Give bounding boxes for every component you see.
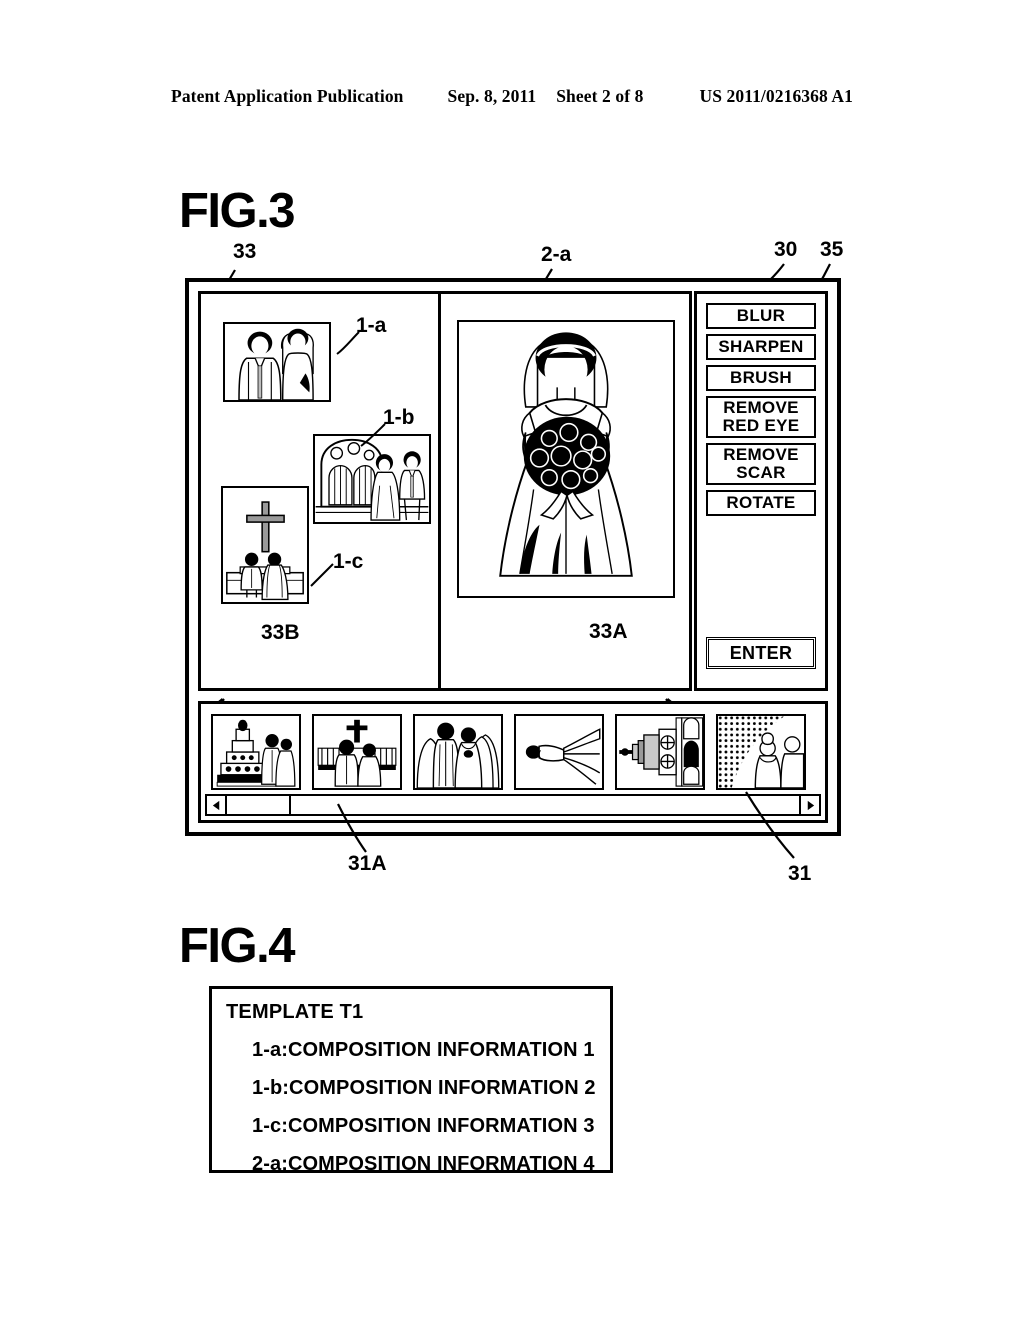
- template-title: TEMPLATE T1: [226, 1001, 364, 1023]
- scrollbar-thumb[interactable]: [227, 796, 291, 814]
- figure-3-label: FIG.3: [179, 184, 296, 238]
- template-composition-line-2: 1-b:COMPOSITION INFORMATION 2: [252, 1077, 596, 1099]
- publication-header: Patent Application Publication Sep. 8, 2…: [0, 86, 1024, 107]
- ref-numeral-1-c: 1-c: [333, 550, 364, 573]
- blur-button[interactable]: BLUR: [706, 303, 816, 329]
- wedding-cake-closeup-icon: [617, 716, 703, 788]
- sharpen-button[interactable]: SHARPEN: [706, 334, 816, 360]
- template-composition-line-4: 2-a:COMPOSITION INFORMATION 4: [252, 1153, 595, 1175]
- template-slot-1-a[interactable]: [223, 322, 331, 402]
- figure-4-label: FIG.4: [179, 919, 296, 973]
- list-item[interactable]: [413, 714, 503, 790]
- scroll-right-button[interactable]: [799, 796, 819, 814]
- wedding-cake-cutting-icon: [213, 716, 299, 788]
- list-item[interactable]: [716, 714, 806, 790]
- brush-button[interactable]: BRUSH: [706, 365, 816, 391]
- list-item[interactable]: [312, 714, 402, 790]
- photo-filmstrip: [198, 701, 828, 823]
- template-definition-box: TEMPLATE T1 1-a:COMPOSITION INFORMATION …: [209, 986, 613, 1175]
- preview-panel[interactable]: 33A: [441, 294, 689, 688]
- scrollbar-track[interactable]: [227, 796, 799, 814]
- bride-with-bouquet-icon: [459, 322, 673, 596]
- groom-and-bride-portrait-icon: [225, 324, 329, 400]
- couple-before-cross-altar-icon: [223, 488, 307, 602]
- ref-numeral-33B: 33B: [261, 621, 300, 644]
- group-with-guests-icon: [415, 716, 501, 788]
- couple-at-church-window-icon: [315, 436, 429, 522]
- ref-numeral-31: 31: [788, 862, 812, 885]
- ref-numeral-35: 35: [820, 238, 844, 261]
- bride-dress-train-icon: [516, 716, 602, 788]
- ref-numeral-1-a: 1-a: [356, 314, 387, 337]
- template-layout-panel[interactable]: 1-a 1-b 1-c 33B: [201, 294, 441, 688]
- editing-tools-toolbar: BLUR SHARPEN BRUSH REMOVE RED EYE REMOVE…: [694, 291, 828, 691]
- ref-numeral-33: 33: [233, 240, 257, 263]
- ref-numeral-2a: 2-a: [541, 243, 572, 266]
- template-composition-line-1: 1-a:COMPOSITION INFORMATION 1: [252, 1039, 595, 1061]
- triangle-right-icon: [807, 800, 814, 810]
- publication-label: Patent Application Publication: [171, 86, 404, 106]
- sheet-number: Sheet 2 of 8: [556, 86, 644, 106]
- ref-numeral-33A: 33A: [589, 620, 628, 643]
- rotate-button[interactable]: ROTATE: [706, 490, 816, 516]
- ref-numeral-1-b: 1-b: [383, 406, 415, 429]
- template-composition-line-3: 1-c:COMPOSITION INFORMATION 3: [252, 1115, 595, 1137]
- list-item[interactable]: [615, 714, 705, 790]
- list-item[interactable]: [211, 714, 301, 790]
- list-item[interactable]: [514, 714, 604, 790]
- scroll-left-button[interactable]: [207, 796, 227, 814]
- enter-button[interactable]: ENTER: [706, 637, 816, 669]
- photo-editor-window: 1-a 1-b 1-c 33B 33A BLUR SHARPEN BRUSH R…: [185, 278, 841, 836]
- patent-number: US 2011/0216368 A1: [699, 86, 853, 106]
- ref-numeral-31A: 31A: [348, 852, 387, 875]
- editor-area: 1-a 1-b 1-c 33B 33A: [198, 291, 692, 691]
- triangle-left-icon: [212, 800, 219, 810]
- ref-numeral-30: 30: [774, 238, 798, 261]
- remove-scar-button[interactable]: REMOVE SCAR: [706, 443, 816, 485]
- publication-date: Sep. 8, 2011: [447, 86, 537, 106]
- preview-image-2-a[interactable]: [457, 320, 675, 598]
- bride-outdoors-icon: [718, 716, 804, 788]
- ceremony-under-cross-icon: [314, 716, 400, 788]
- template-slot-1-c[interactable]: [221, 486, 309, 604]
- remove-red-eye-button[interactable]: REMOVE RED EYE: [706, 396, 816, 438]
- filmstrip-rail[interactable]: [206, 709, 820, 795]
- filmstrip-scrollbar[interactable]: [205, 794, 821, 816]
- template-slot-1-b[interactable]: [313, 434, 431, 524]
